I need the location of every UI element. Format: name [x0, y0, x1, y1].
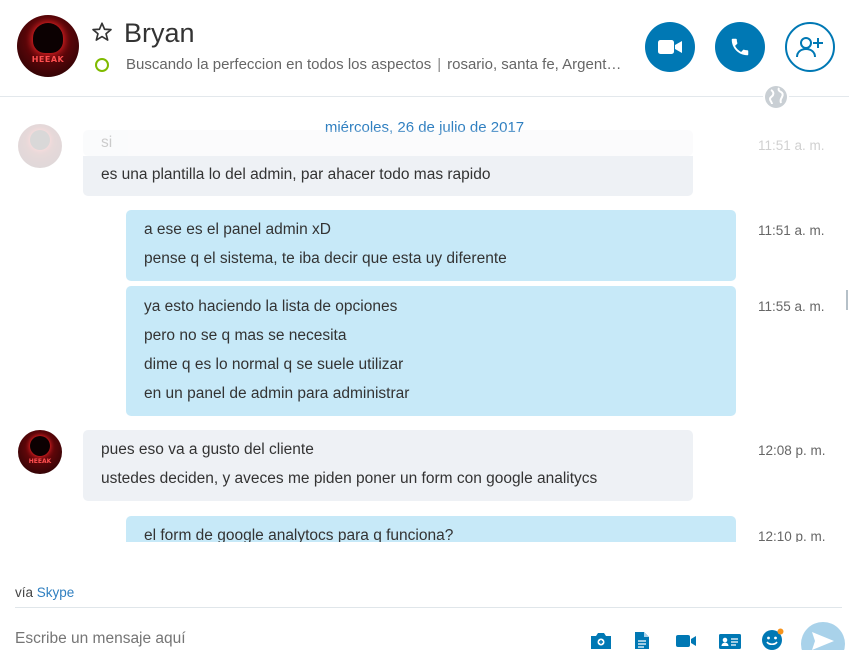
message-timestamp: 12:08 p. m. — [758, 443, 826, 458]
message-line: pues eso va a gusto del cliente — [101, 441, 314, 458]
favorite-star-icon[interactable] — [91, 21, 113, 43]
avatar-hood-graphic — [30, 436, 50, 456]
phone-icon — [731, 38, 749, 56]
add-person-icon — [796, 37, 823, 58]
message-line: pense q el sistema, te iba decir que est… — [144, 250, 507, 267]
message-timestamp: 11:51 a. m. — [758, 138, 825, 153]
compose-divider — [15, 607, 842, 608]
message-line: si — [101, 134, 113, 151]
via-line: vía Skype — [15, 585, 74, 600]
mood-message: Buscando la perfeccion en todos los aspe… — [126, 56, 432, 73]
sender-avatar[interactable] — [18, 124, 62, 168]
message-input[interactable] — [15, 630, 575, 648]
message-line: el form de google analytocs para q funci… — [144, 527, 454, 542]
video-call-button[interactable] — [645, 22, 695, 72]
message-bubble-outgoing[interactable]: a ese es el panel admin xD pense q el si… — [126, 210, 736, 281]
video-message-icon[interactable] — [675, 631, 697, 650]
sender-avatar[interactable]: HEEAK — [18, 430, 62, 474]
message-line: dime q es lo normal q se suele utilizar — [144, 356, 404, 373]
message-bubble-outgoing[interactable]: el form de google analytocs para q funci… — [126, 516, 736, 542]
avatar-hood-graphic — [33, 23, 63, 53]
video-camera-icon — [658, 40, 682, 54]
contact-location: rosario, santa fe, Argent… — [447, 56, 622, 73]
avatar-logo-text: HEEAK — [28, 458, 52, 465]
message-line: a ese es el panel admin xD — [144, 221, 331, 238]
message-bubble-incoming[interactable]: si — [83, 130, 693, 156]
send-icon — [812, 632, 834, 650]
message-timestamp: 12:10 p. m. — [758, 529, 826, 542]
message-line: pero no se q mas se necesita — [144, 327, 347, 344]
presence-status-icon — [95, 58, 109, 72]
contact-card-icon[interactable] — [718, 631, 742, 650]
contact-avatar[interactable]: HEEAK — [17, 15, 79, 77]
image-share-icon[interactable] — [590, 631, 612, 650]
contact-mood-line: Buscando la perfeccion en todos los aspe… — [126, 56, 621, 73]
message-line: en un panel de admin para administrar — [144, 385, 410, 402]
message-line: ustedes deciden, y aveces me piden poner… — [101, 470, 598, 487]
message-line: ya esto haciendo la lista de opciones — [144, 298, 398, 315]
scrollbar-thumb[interactable] — [846, 290, 848, 310]
send-button[interactable] — [801, 622, 845, 650]
audio-call-button[interactable] — [715, 22, 765, 72]
message-timestamp: 11:55 a. m. — [758, 299, 825, 314]
emoticon-icon[interactable] — [761, 628, 785, 650]
add-participant-button[interactable] — [785, 22, 835, 72]
avatar-logo-text: HEEAK — [31, 55, 65, 64]
file-icon[interactable] — [634, 631, 650, 650]
message-bubble-incoming[interactable]: es una plantilla lo del admin, par ahace… — [83, 156, 693, 196]
message-bubble-outgoing[interactable]: ya esto haciendo la lista de opciones pe… — [126, 286, 736, 416]
message-line: es una plantilla lo del admin, par ahace… — [101, 166, 491, 183]
conversation-header: HEEAK Bryan Buscando la perfeccion en to… — [0, 0, 849, 97]
chat-window: HEEAK Bryan Buscando la perfeccion en to… — [0, 0, 849, 650]
message-bubble-incoming[interactable]: pues eso va a gusto del cliente ustedes … — [83, 430, 693, 501]
via-skype-link[interactable]: Skype — [37, 585, 75, 600]
contact-name[interactable]: Bryan — [124, 18, 195, 49]
via-prefix: vía — [15, 585, 34, 600]
message-timestamp: 11:51 a. m. — [758, 223, 825, 238]
avatar-hood-graphic — [30, 130, 50, 150]
mood-separator: | — [437, 56, 442, 73]
message-history[interactable]: miércoles, 26 de julio de 2017 si 11:51 … — [0, 98, 849, 542]
